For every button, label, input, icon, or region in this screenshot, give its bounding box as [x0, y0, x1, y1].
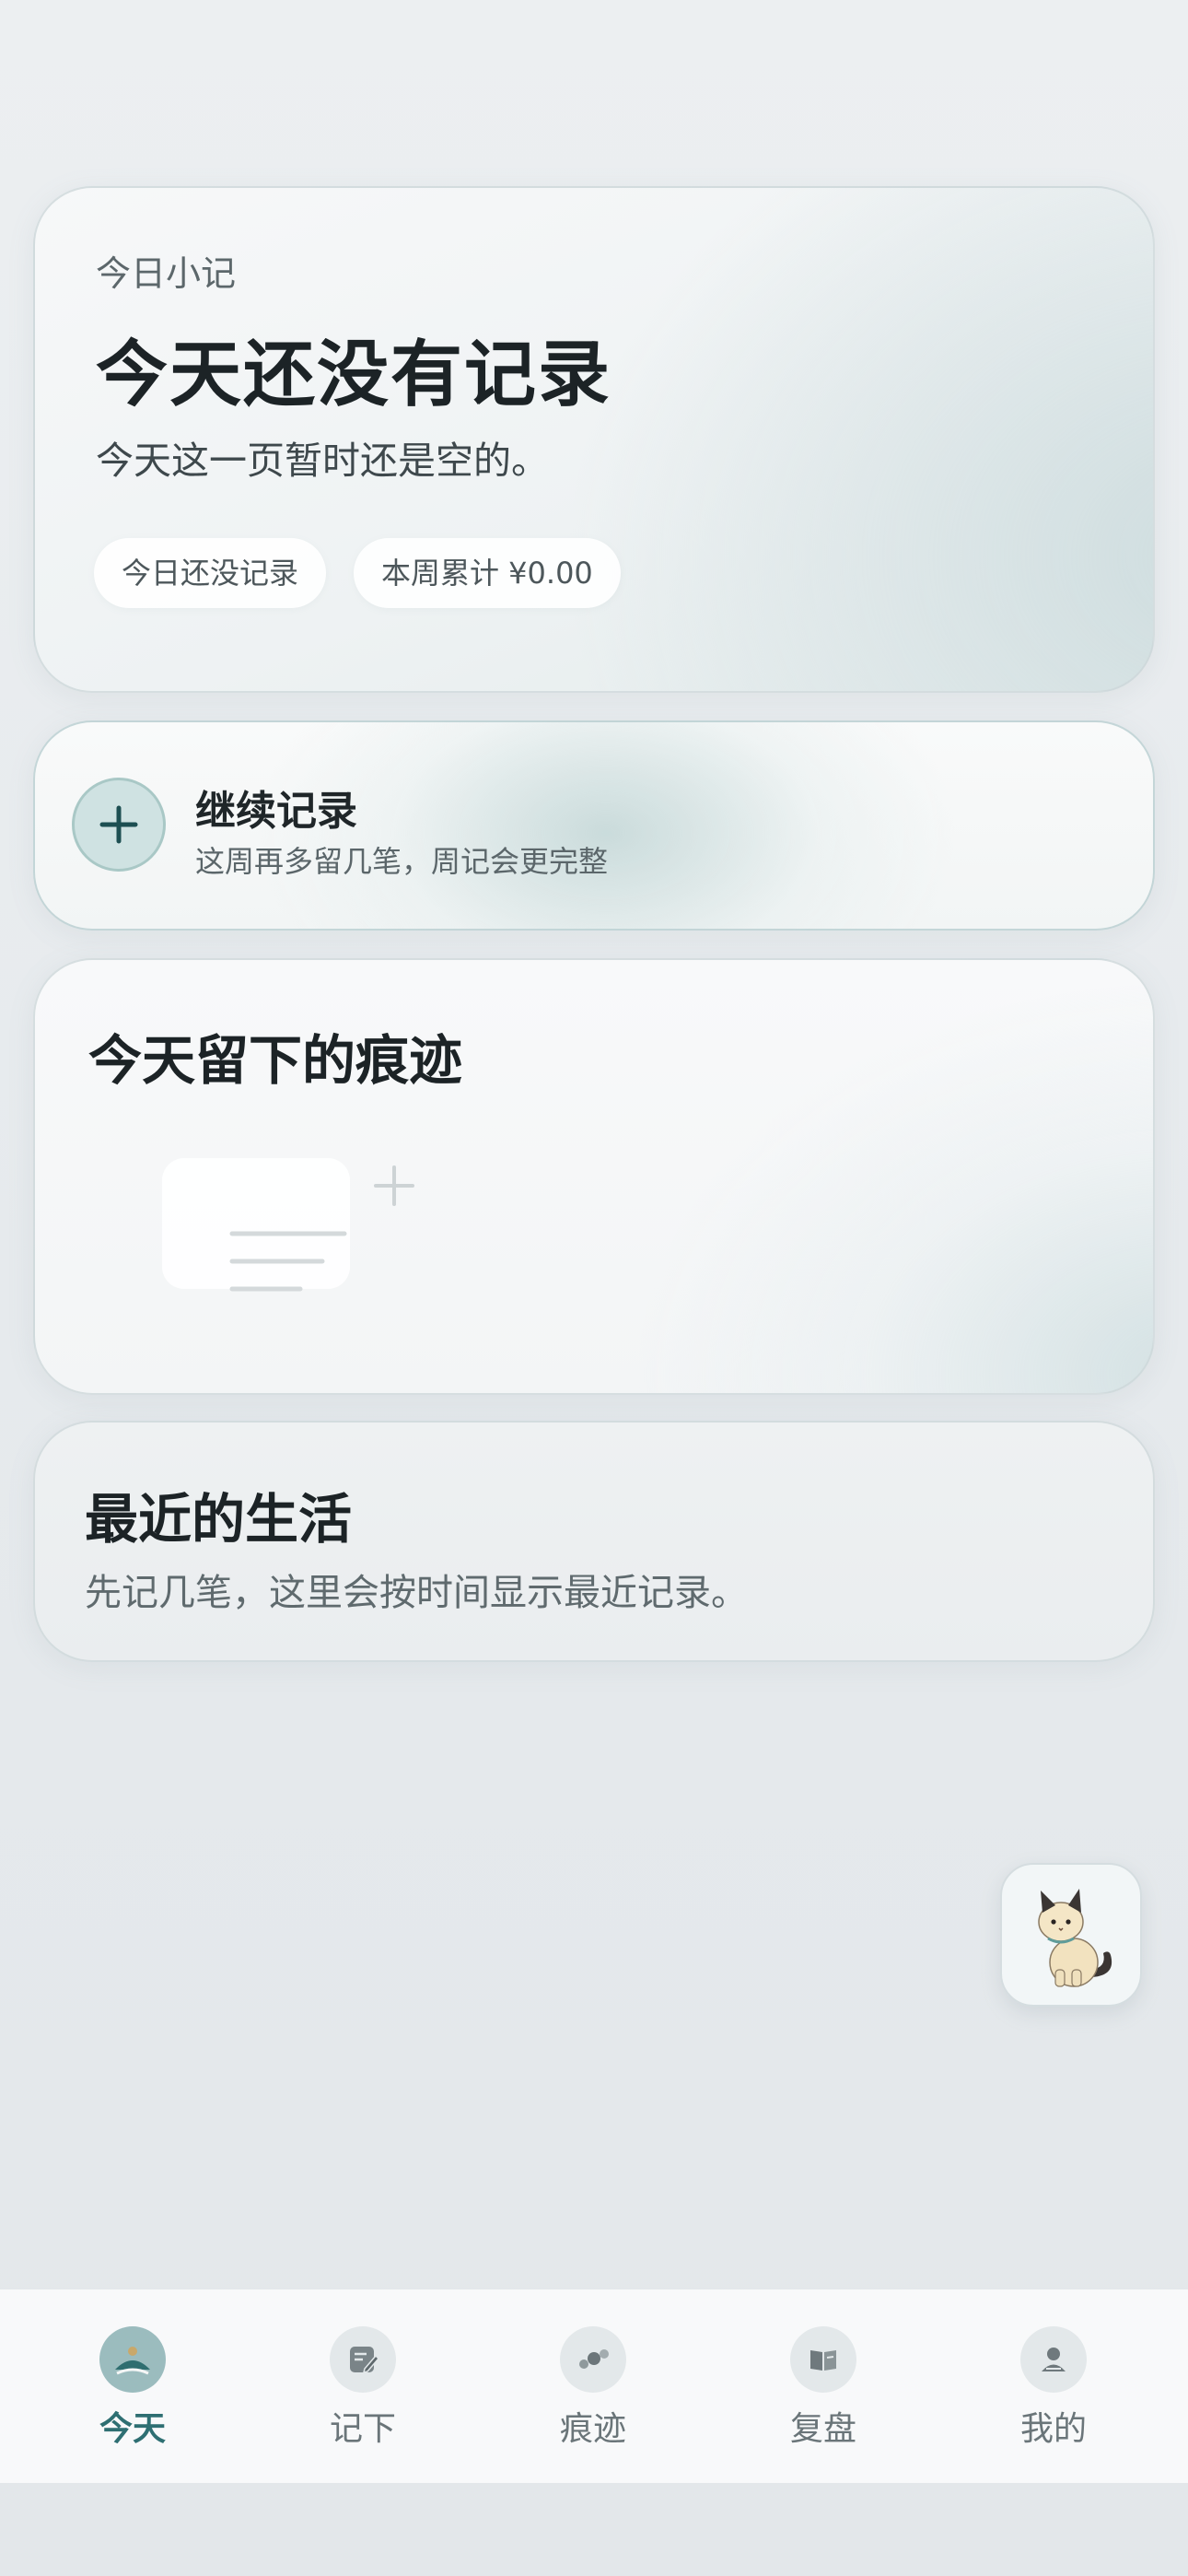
note-edit-icon	[330, 2326, 396, 2393]
empty-note-illustration	[162, 1158, 414, 1292]
tab-label: 痕迹	[559, 2410, 626, 2448]
today-summary-card: 今日小记 今天还没有记录 今天这一页暂时还是空的。 今日还没记录 本周累计 ¥0…	[33, 186, 1155, 693]
tab-mine[interactable]: 我的	[961, 2289, 1146, 2483]
tab-label: 我的	[1019, 2410, 1087, 2448]
week-total-chip: 本周累计 ¥0.00	[354, 538, 621, 608]
today-status-chip: 今日还没记录	[94, 538, 327, 608]
dots-icon	[560, 2326, 626, 2393]
today-traces-card[interactable]: 今天留下的痕迹	[33, 958, 1155, 1395]
tab-review[interactable]: 复盘	[731, 2289, 915, 2483]
traces-title: 今天留下的痕迹	[88, 1029, 463, 1092]
recent-title: 最近的生活	[85, 1488, 353, 1551]
today-title: 今天还没有记录	[96, 334, 612, 416]
tab-today[interactable]: 今天	[41, 2289, 225, 2483]
recent-life-card[interactable]: 最近的生活 先记几笔，这里会按时间显示最近记录。	[33, 1421, 1155, 1662]
bottom-tab-bar: 今天 记下 痕迹 复盘 我的	[0, 2289, 1188, 2483]
book-icon	[790, 2326, 856, 2393]
pet-companion-button[interactable]	[1000, 1863, 1142, 2007]
sunrise-icon	[99, 2326, 166, 2393]
continue-record-subtitle: 这周再多留几笔，周记会更完整	[195, 844, 609, 879]
cat-icon	[1038, 1889, 1112, 1987]
person-icon	[1020, 2326, 1087, 2393]
continue-record-title: 继续记录	[195, 788, 357, 835]
tab-record[interactable]: 记下	[271, 2289, 455, 2483]
today-eyebrow: 今日小记	[96, 253, 237, 294]
tab-label: 今天	[99, 2410, 166, 2448]
continue-record-button[interactable]: 继续记录 这周再多留几笔，周记会更完整	[33, 720, 1155, 931]
tab-label: 复盘	[789, 2410, 856, 2448]
tab-traces[interactable]: 痕迹	[501, 2289, 685, 2483]
recent-subtitle: 先记几笔，这里会按时间显示最近记录。	[85, 1572, 748, 1614]
plus-icon	[72, 778, 166, 872]
today-subtitle: 今天这一页暂时还是空的。	[96, 439, 549, 483]
tab-label: 记下	[329, 2410, 396, 2448]
